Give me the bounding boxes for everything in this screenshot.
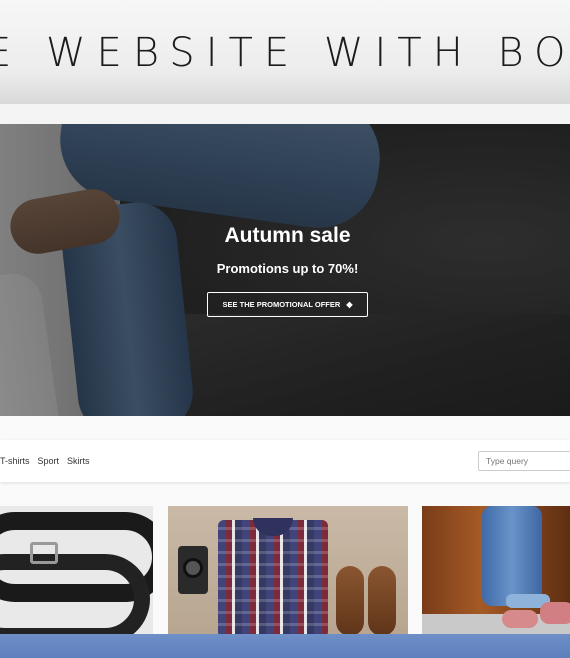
belt-image-strap (0, 554, 150, 638)
nav-link-tshirts[interactable]: T-shirts (0, 456, 30, 466)
video-title-text: E WEBSITE WITH BOOTST (0, 30, 570, 76)
hero-carousel: Autumn sale Promotions up to 70%! SEE TH… (0, 124, 570, 416)
page: E WEBSITE WITH BOOTST Autumn sale Promot… (0, 0, 570, 658)
nav-link-sport[interactable]: Sport (38, 456, 60, 466)
video-bottom-band (0, 634, 570, 658)
camera-lens (183, 558, 203, 578)
hero-caption: Autumn sale Promotions up to 70%! SEE TH… (0, 124, 570, 416)
product-card-jeans[interactable] (422, 506, 570, 638)
belt-buckle (30, 542, 58, 564)
product-card-belt[interactable] (0, 506, 153, 638)
promo-offer-label: SEE THE PROMOTIONAL OFFER (222, 300, 341, 309)
search-input[interactable] (478, 451, 570, 471)
video-title-banner: E WEBSITE WITH BOOTST (0, 0, 570, 104)
hero-title: Autumn sale (224, 224, 351, 247)
plaid-shirt-pattern (218, 520, 328, 638)
main-content: T-shirts Sport Skirts (0, 416, 570, 658)
promo-offer-button[interactable]: SEE THE PROMOTIONAL OFFER ◆ (207, 292, 368, 317)
hero-subtitle: Promotions up to 70%! (216, 261, 359, 276)
pink-sneaker-right (540, 602, 570, 624)
brown-shoe-left (336, 566, 364, 636)
nav-link-skirts[interactable]: Skirts (67, 456, 90, 466)
product-card-shirt[interactable] (168, 506, 408, 638)
brown-shoe-right (368, 566, 396, 636)
diamond-icon: ◆ (346, 300, 353, 309)
pink-sneaker-left (502, 610, 538, 628)
jeans-image (482, 506, 542, 606)
category-links: T-shirts Sport Skirts (0, 456, 90, 466)
category-navbar: T-shirts Sport Skirts (0, 440, 570, 482)
